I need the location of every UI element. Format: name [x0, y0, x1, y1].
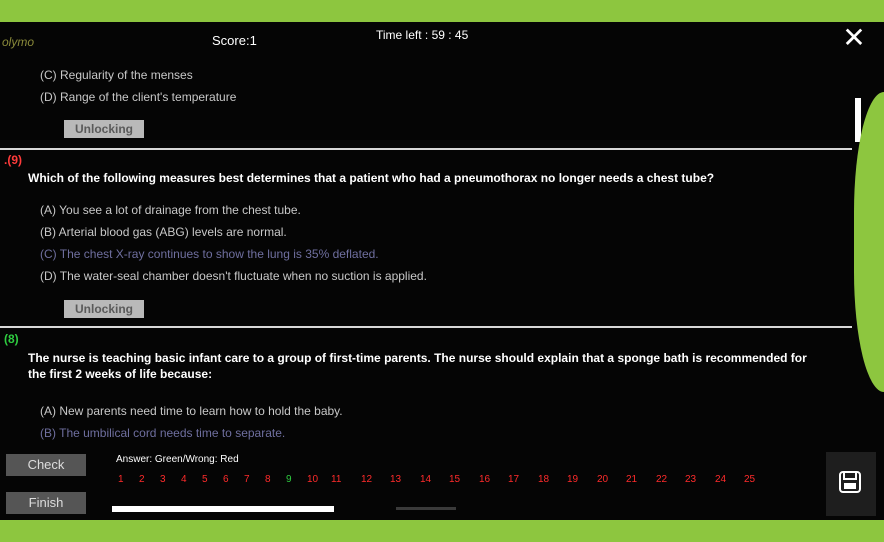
- question-list: (C) Regularity of the menses (D) Range o…: [0, 60, 852, 446]
- q10-option-a[interactable]: (A) New parents need time to learn how t…: [40, 404, 343, 418]
- q9-option-a[interactable]: (A) You see a lot of drainage from the c…: [40, 203, 301, 217]
- question-text: Which of the following measures best det…: [28, 171, 715, 185]
- question-number: (8): [4, 332, 19, 346]
- question-nav-item[interactable]: 16: [479, 474, 490, 485]
- save-icon: [839, 471, 861, 493]
- question-nav-item[interactable]: 20: [597, 474, 608, 485]
- question-number: .(9): [4, 153, 22, 167]
- question-nav-item[interactable]: 6: [223, 474, 229, 485]
- question-nav-item[interactable]: 14: [420, 474, 431, 485]
- scroll-indicator: [396, 507, 456, 510]
- q10-option-b[interactable]: (B) The umbilical cord needs time to sep…: [40, 426, 285, 440]
- bottom-bar: Check Finish Answer: Green/Wrong: Red 12…: [0, 446, 884, 520]
- question-nav-item[interactable]: 17: [508, 474, 519, 485]
- q9-option-d[interactable]: (D) The water-seal chamber doesn't fluct…: [40, 269, 427, 283]
- check-button[interactable]: Check: [6, 454, 86, 476]
- timer-display: Time left : 59 : 45: [376, 28, 469, 42]
- divider: [0, 326, 852, 328]
- question-nav-item[interactable]: 25: [744, 474, 755, 485]
- save-button[interactable]: [826, 452, 876, 516]
- question-nav-item[interactable]: 5: [202, 474, 208, 485]
- question-nav-item[interactable]: 23: [685, 474, 696, 485]
- question-nav-item[interactable]: 3: [160, 474, 166, 485]
- app-logo: olymo: [2, 35, 35, 49]
- question-nav-item[interactable]: 18: [538, 474, 549, 485]
- progress-bar: [112, 506, 334, 512]
- unlock-button[interactable]: Unlocking: [64, 300, 144, 318]
- question-nav-item[interactable]: 8: [265, 474, 271, 485]
- prev-option-c[interactable]: (C) Regularity of the menses: [40, 68, 193, 82]
- top-bar: olymo Score:1 Time left : 59 : 45 ✕: [0, 22, 884, 60]
- question-nav-item[interactable]: 15: [449, 474, 460, 485]
- finish-button[interactable]: Finish: [6, 492, 86, 514]
- question-nav-item[interactable]: 22: [656, 474, 667, 485]
- close-icon[interactable]: ✕: [842, 24, 866, 52]
- q9-option-c[interactable]: (C) The chest X-ray continues to show th…: [40, 247, 379, 261]
- question-nav-item[interactable]: 24: [715, 474, 726, 485]
- question-nav-item[interactable]: 10: [307, 474, 318, 485]
- answer-legend: Answer: Green/Wrong: Red: [116, 454, 239, 465]
- score-display: Score:1: [212, 33, 257, 48]
- question-nav-item[interactable]: 1: [118, 474, 124, 485]
- question-nav-item[interactable]: 21: [626, 474, 637, 485]
- question-nav-item[interactable]: 9: [286, 474, 292, 485]
- q9-option-b[interactable]: (B) Arterial blood gas (ABG) levels are …: [40, 225, 287, 239]
- prev-option-d[interactable]: (D) Range of the client's temperature: [40, 90, 236, 104]
- question-nav-item[interactable]: 19: [567, 474, 578, 485]
- unlock-button[interactable]: Unlocking: [64, 120, 144, 138]
- question-nav-item[interactable]: 2: [139, 474, 145, 485]
- question-nav-item[interactable]: 11: [331, 474, 341, 485]
- question-nav-item[interactable]: 4: [181, 474, 187, 485]
- quiz-app: olymo Score:1 Time left : 59 : 45 ✕ (C) …: [0, 22, 884, 520]
- divider: [0, 148, 852, 150]
- question-nav-item[interactable]: 12: [361, 474, 372, 485]
- question-nav-item[interactable]: 13: [390, 474, 401, 485]
- question-text: The nurse is teaching basic infant care …: [28, 351, 807, 381]
- question-nav-item[interactable]: 7: [244, 474, 250, 485]
